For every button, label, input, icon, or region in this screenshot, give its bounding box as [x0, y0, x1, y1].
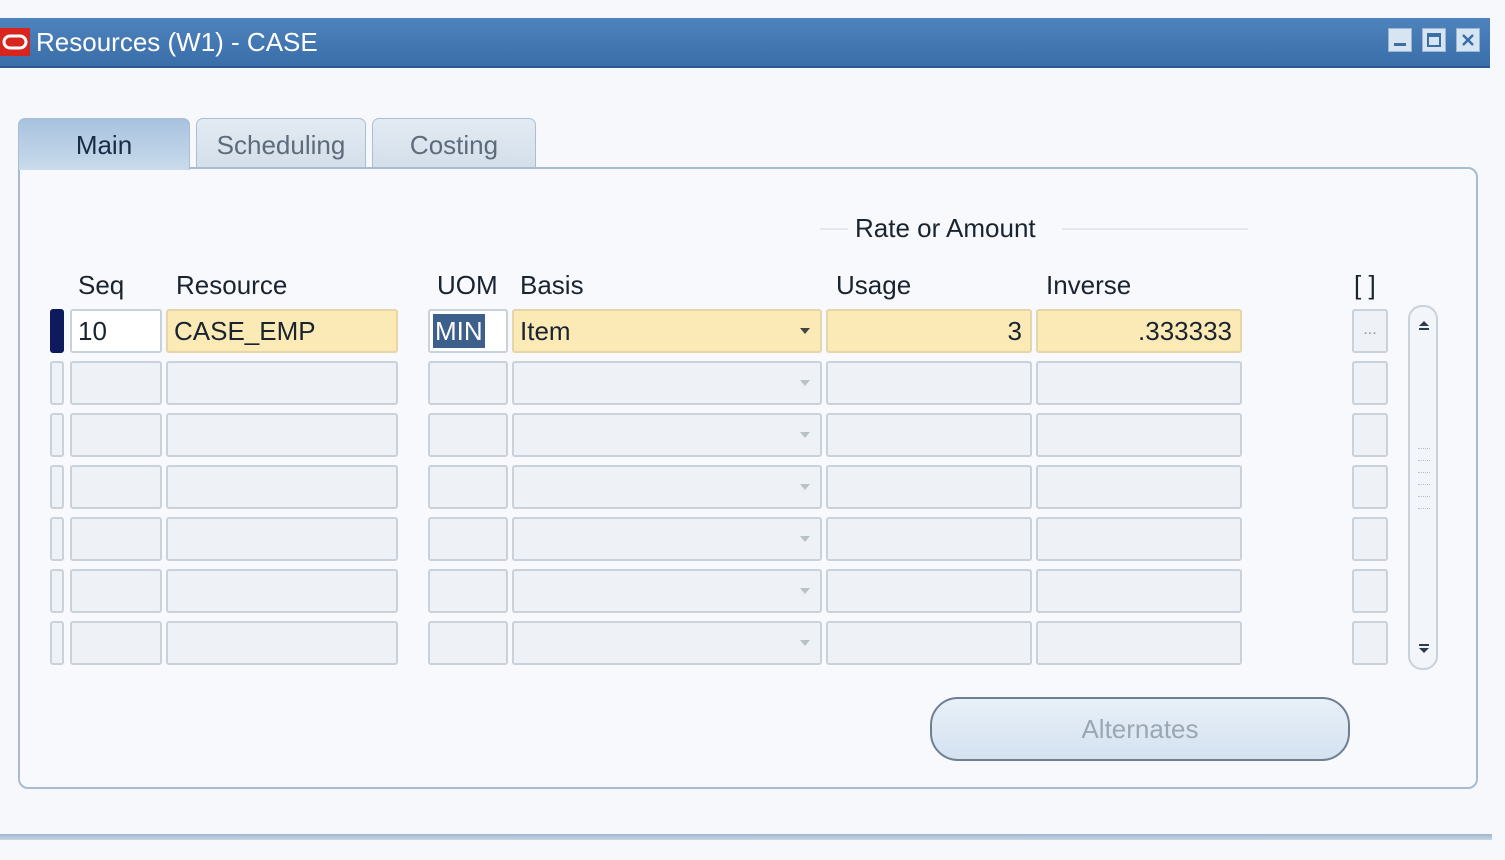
basis-select[interactable]: [512, 517, 822, 561]
uom-field[interactable]: [428, 465, 508, 509]
chevron-down-icon: [800, 380, 810, 386]
oracle-logo-icon: [0, 28, 30, 56]
tab-costing[interactable]: Costing: [372, 118, 536, 170]
tab-scheduling[interactable]: Scheduling: [196, 118, 366, 170]
maximize-icon: [1427, 33, 1441, 47]
resource-field[interactable]: [166, 413, 398, 457]
descriptive-flexfield-cell[interactable]: [1352, 361, 1388, 405]
maximize-button[interactable]: [1422, 28, 1446, 52]
seq-field[interactable]: [70, 413, 162, 457]
record-indicator[interactable]: [50, 413, 64, 457]
uom-field[interactable]: MIN: [428, 309, 508, 353]
basis-select[interactable]: [512, 361, 822, 405]
uom-field[interactable]: [428, 361, 508, 405]
scrollbar-grip[interactable]: [1418, 484, 1430, 487]
usage-field[interactable]: 3: [826, 309, 1032, 353]
usage-field[interactable]: [826, 621, 1032, 665]
column-header-uom: UOM: [437, 270, 498, 300]
scrollbar-grip[interactable]: [1418, 472, 1430, 475]
chevron-down-icon: [800, 588, 810, 594]
uom-field[interactable]: [428, 517, 508, 561]
inverse-field[interactable]: [1036, 465, 1242, 509]
close-button[interactable]: [1456, 28, 1480, 52]
column-header-inverse: Inverse: [1046, 270, 1132, 300]
column-header-basis: Basis: [520, 270, 584, 300]
seq-field[interactable]: [70, 517, 162, 561]
scrollbar-grip[interactable]: [1418, 448, 1430, 451]
descriptive-flexfield-cell[interactable]: [1352, 413, 1388, 457]
scroll-down-arrow-icon[interactable]: [1416, 642, 1432, 658]
basis-select[interactable]: [512, 621, 822, 665]
alternates-button[interactable]: Alternates: [930, 697, 1350, 761]
inverse-field[interactable]: [1036, 413, 1242, 457]
usage-field[interactable]: [826, 361, 1032, 405]
group-divider-left: [820, 228, 848, 230]
record-indicator[interactable]: [50, 361, 64, 405]
usage-field[interactable]: [826, 413, 1032, 457]
chevron-down-icon: [800, 536, 810, 542]
basis-select[interactable]: [512, 413, 822, 457]
descriptive-flexfield-cell[interactable]: [1352, 569, 1388, 613]
record-indicator[interactable]: [50, 621, 64, 665]
title-bar[interactable]: Resources (W1) - CASE: [0, 18, 1490, 68]
uom-field[interactable]: [428, 569, 508, 613]
chevron-down-icon: [800, 328, 810, 334]
chevron-down-icon: [800, 432, 810, 438]
rate-or-amount-heading: Rate or Amount: [855, 213, 1036, 243]
current-record-indicator[interactable]: [50, 309, 64, 353]
uom-field[interactable]: [428, 413, 508, 457]
resource-field[interactable]: [166, 465, 398, 509]
descriptive-flexfield-cell[interactable]: [1352, 465, 1388, 509]
basis-select[interactable]: [512, 569, 822, 613]
descriptive-flexfield-cell[interactable]: [1352, 621, 1388, 665]
chevron-down-icon: [800, 640, 810, 646]
scroll-up-arrow-icon[interactable]: [1416, 316, 1432, 332]
vertical-scrollbar[interactable]: [1408, 305, 1438, 670]
resource-field[interactable]: [166, 621, 398, 665]
usage-field[interactable]: [826, 517, 1032, 561]
column-header-usage: Usage: [836, 270, 912, 300]
scrollbar-grip[interactable]: [1418, 508, 1430, 511]
minimize-icon: [1394, 43, 1406, 46]
minimize-button[interactable]: [1388, 28, 1412, 52]
group-divider-right: [1062, 228, 1248, 230]
uom-field[interactable]: [428, 621, 508, 665]
basis-select[interactable]: Item: [512, 309, 822, 353]
tab-main[interactable]: Main: [18, 118, 190, 170]
basis-select[interactable]: [512, 465, 822, 509]
scrollbar-grip[interactable]: [1418, 460, 1430, 463]
close-icon: [1462, 34, 1474, 46]
resource-field[interactable]: CASE_EMP: [166, 309, 398, 353]
resource-field[interactable]: [166, 569, 398, 613]
seq-field[interactable]: [70, 361, 162, 405]
resource-field[interactable]: [166, 361, 398, 405]
window-bottom-border: [0, 834, 1492, 840]
record-indicator[interactable]: [50, 569, 64, 613]
usage-field[interactable]: [826, 569, 1032, 613]
uom-selected-text: MIN: [433, 314, 485, 348]
record-indicator[interactable]: [50, 517, 64, 561]
scrollbar-grip[interactable]: [1418, 496, 1430, 499]
column-header-resource: Resource: [176, 270, 288, 300]
descriptive-flexfield-cell[interactable]: [1352, 517, 1388, 561]
inverse-field[interactable]: [1036, 361, 1242, 405]
seq-field[interactable]: [70, 569, 162, 613]
usage-field[interactable]: [826, 465, 1032, 509]
inverse-field[interactable]: [1036, 621, 1242, 665]
window-title: Resources (W1) - CASE: [36, 27, 318, 57]
seq-field[interactable]: [70, 465, 162, 509]
inverse-field[interactable]: [1036, 569, 1242, 613]
resource-field[interactable]: [166, 517, 398, 561]
descriptive-flexfield-header: [ ]: [1354, 270, 1376, 300]
seq-field[interactable]: 10: [70, 309, 162, 353]
inverse-field[interactable]: [1036, 517, 1242, 561]
column-header-seq: Seq: [78, 270, 125, 300]
seq-field[interactable]: [70, 621, 162, 665]
resources-window: Resources (W1) - CASE Main Scheduling Co…: [0, 0, 1505, 860]
chevron-down-icon: [800, 484, 810, 490]
inverse-field[interactable]: .333333: [1036, 309, 1242, 353]
record-indicator[interactable]: [50, 465, 64, 509]
descriptive-flexfield-cell[interactable]: ...: [1352, 309, 1388, 353]
